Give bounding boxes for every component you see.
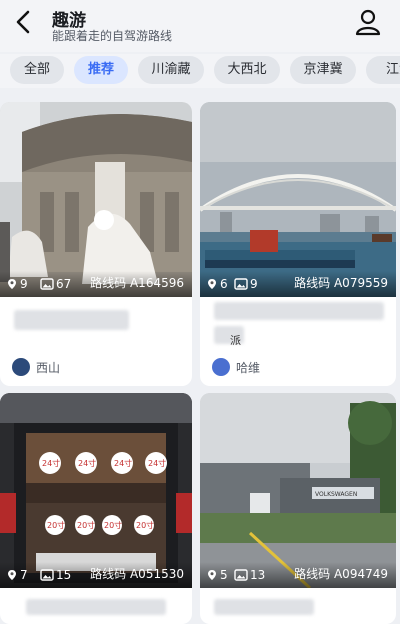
tab-jingjinji[interactable]: 京津冀 bbox=[290, 56, 356, 84]
places-count: 5 bbox=[220, 568, 228, 582]
photos-stat: 15 bbox=[40, 568, 71, 582]
photos-stat: 13 bbox=[234, 568, 265, 582]
location-pin-icon bbox=[8, 279, 16, 289]
photos-count: 13 bbox=[250, 568, 266, 582]
image-icon bbox=[234, 569, 248, 581]
route-photo-4[interactable]: VOLKSWAGEN 5 13 路线码 A094749 bbox=[200, 393, 396, 588]
route-stats: 9 67 路线码 A164596 bbox=[0, 271, 192, 297]
blurred-title bbox=[214, 599, 314, 615]
trunk-sign: 24寸 bbox=[114, 458, 132, 468]
page-subtitle: 能跟着走的自驾游路线 bbox=[52, 29, 173, 43]
trunk-sign: 24寸 bbox=[42, 458, 60, 468]
places-stat: 6 bbox=[206, 277, 228, 291]
trunk-sign: 24寸 bbox=[78, 458, 96, 468]
blurred-title bbox=[214, 302, 384, 320]
places-count: 7 bbox=[20, 568, 28, 582]
blurred-title bbox=[26, 599, 166, 615]
photos-stat: 9 bbox=[234, 277, 258, 291]
route-code: 路线码 A164596 bbox=[90, 276, 184, 290]
places-stat: 7 bbox=[6, 568, 28, 582]
trunk-sign: 20寸 bbox=[104, 520, 122, 530]
route-card-1[interactable]: 9 67 路线码 A164596 西山 bbox=[0, 102, 192, 386]
trunk-sign: 20寸 bbox=[47, 520, 65, 530]
places-stat: 5 bbox=[206, 568, 228, 582]
back-arrow-icon[interactable] bbox=[10, 8, 38, 36]
top-bar: 趣游 能跟着走的自驾游路线 bbox=[0, 0, 400, 52]
tab-daxibei[interactable]: 大西北 bbox=[214, 56, 280, 84]
tab-jiangzhe[interactable]: 江浙 bbox=[366, 56, 400, 84]
trunk-sign: 20寸 bbox=[77, 520, 95, 530]
route-card-3[interactable]: 24寸 24寸 24寸 24寸 20寸 20寸 20寸 20寸 7 15 路线码… bbox=[0, 393, 192, 624]
route-photo-1[interactable]: 9 67 路线码 A164596 bbox=[0, 102, 192, 297]
category-tabs: 全部 推荐 川渝藏 大西北 京津冀 江浙 bbox=[0, 54, 400, 88]
author-name: 哈维 bbox=[236, 360, 261, 375]
places-count: 6 bbox=[220, 277, 228, 291]
author-info[interactable]: 西山 bbox=[12, 358, 60, 376]
places-stat: 9 bbox=[6, 277, 28, 291]
blurred-title bbox=[14, 310, 129, 330]
places-count: 9 bbox=[20, 277, 28, 291]
location-pin-icon bbox=[208, 570, 216, 580]
tab-chuanyuzang[interactable]: 川渝藏 bbox=[138, 56, 204, 84]
route-stats: 6 9 路线码 A079559 bbox=[200, 271, 396, 297]
image-icon bbox=[234, 278, 248, 290]
tab-recommended[interactable]: 推荐 bbox=[74, 56, 128, 84]
route-code: 路线码 A079559 bbox=[294, 276, 388, 290]
route-photo-3[interactable]: 24寸 24寸 24寸 24寸 20寸 20寸 20寸 20寸 7 15 路线码… bbox=[0, 393, 192, 588]
route-stats: 7 15 路线码 A051530 bbox=[0, 562, 192, 588]
route-stats: 5 13 路线码 A094749 bbox=[200, 562, 396, 588]
route-card-4[interactable]: VOLKSWAGEN 5 13 路线码 A094749 bbox=[200, 393, 396, 624]
photos-count: 9 bbox=[250, 277, 258, 291]
trunk-sign: 24寸 bbox=[148, 458, 166, 468]
building-sign: VOLKSWAGEN bbox=[315, 491, 357, 498]
user-profile-icon[interactable] bbox=[354, 8, 382, 36]
author-name: 西山 bbox=[36, 360, 61, 375]
avatar bbox=[12, 358, 30, 376]
title-fragment: 派 bbox=[230, 334, 241, 347]
trunk-sign: 20寸 bbox=[136, 520, 154, 530]
location-pin-icon bbox=[208, 279, 216, 289]
photos-stat: 67 bbox=[40, 277, 71, 291]
image-icon bbox=[40, 569, 54, 581]
route-code: 路线码 A051530 bbox=[90, 567, 184, 581]
photos-count: 15 bbox=[56, 568, 72, 582]
avatar bbox=[212, 358, 230, 376]
route-code: 路线码 A094749 bbox=[294, 567, 388, 581]
location-pin-icon bbox=[8, 570, 16, 580]
author-info[interactable]: 哈维 bbox=[212, 358, 260, 376]
tab-all[interactable]: 全部 bbox=[10, 56, 64, 84]
route-photo-2[interactable]: 6 9 路线码 A079559 bbox=[200, 102, 396, 297]
image-icon bbox=[40, 278, 54, 290]
photos-count: 67 bbox=[56, 277, 72, 291]
route-card-2[interactable]: 6 9 路线码 A079559 派 哈维 bbox=[200, 102, 396, 386]
